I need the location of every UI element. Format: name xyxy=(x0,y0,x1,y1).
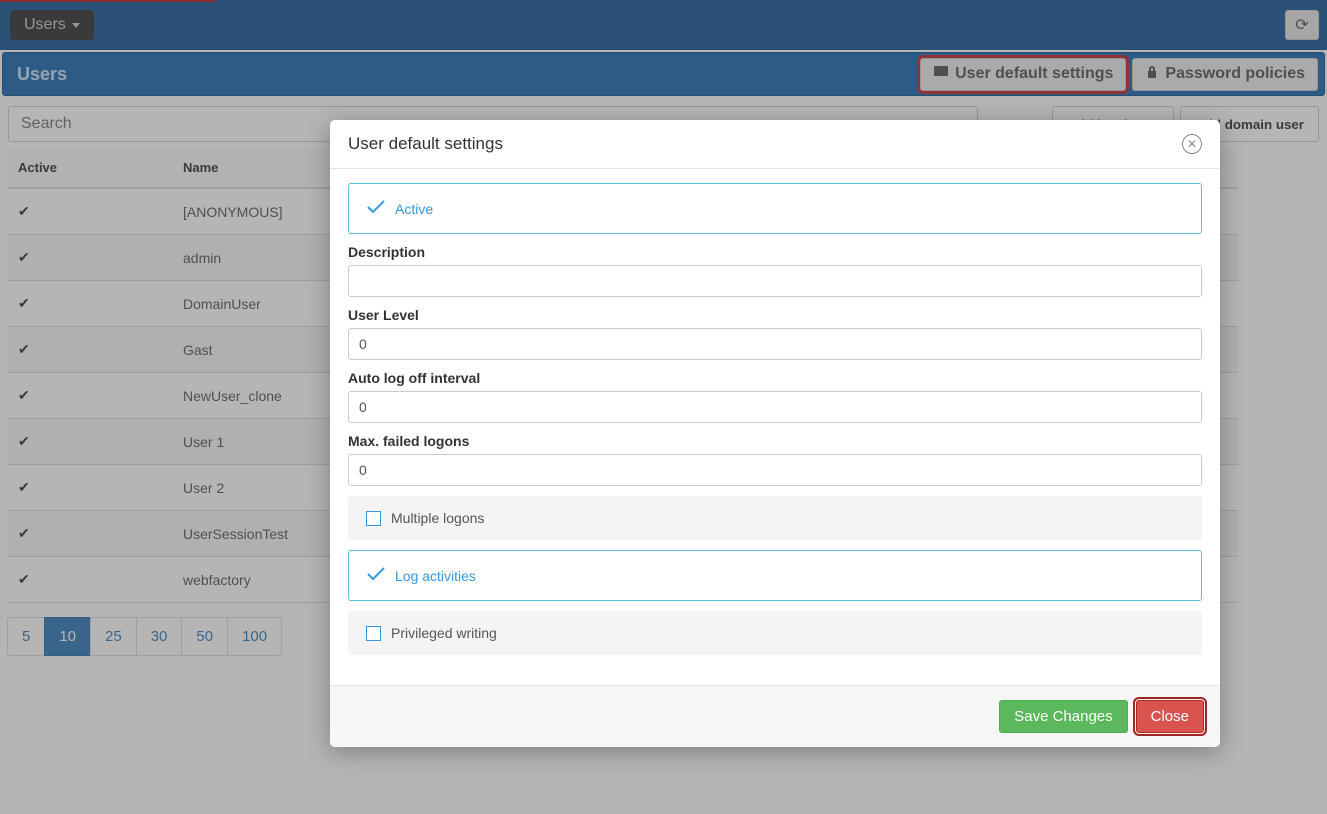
check-icon xyxy=(367,565,385,586)
privileged-writing-checkbox-wrap[interactable]: Privileged writing xyxy=(348,611,1202,655)
user-level-input[interactable] xyxy=(348,328,1202,360)
save-changes-button[interactable]: Save Changes xyxy=(999,700,1127,733)
active-checkbox-wrap[interactable]: Active xyxy=(348,183,1202,234)
modal-body: Active Description User Level Auto log o… xyxy=(330,169,1220,685)
log-activities-label: Log activities xyxy=(395,568,476,584)
check-icon xyxy=(367,198,385,219)
user-default-settings-modal: User default settings ✕ Active Descripti… xyxy=(330,120,1220,747)
log-activities-checkbox-wrap[interactable]: Log activities xyxy=(348,550,1202,601)
max-failed-logons-label: Max. failed logons xyxy=(348,433,1202,449)
privileged-writing-label: Privileged writing xyxy=(391,625,497,641)
modal-close-button[interactable]: ✕ xyxy=(1182,134,1202,154)
active-checkbox-label: Active xyxy=(395,201,433,217)
close-icon: ✕ xyxy=(1187,137,1197,151)
modal-footer: Save Changes Close xyxy=(330,685,1220,747)
multiple-logons-checkbox-wrap[interactable]: Multiple logons xyxy=(348,496,1202,540)
checkbox-icon xyxy=(366,511,381,526)
description-label: Description xyxy=(348,244,1202,260)
modal-title: User default settings xyxy=(348,134,503,154)
modal-header: User default settings ✕ xyxy=(330,120,1220,169)
user-level-label: User Level xyxy=(348,307,1202,323)
description-input[interactable] xyxy=(348,265,1202,297)
max-failed-logons-input[interactable] xyxy=(348,454,1202,486)
auto-logoff-input[interactable] xyxy=(348,391,1202,423)
close-button[interactable]: Close xyxy=(1136,700,1204,733)
checkbox-icon xyxy=(366,626,381,641)
multiple-logons-label: Multiple logons xyxy=(391,510,484,526)
auto-logoff-label: Auto log off interval xyxy=(348,370,1202,386)
